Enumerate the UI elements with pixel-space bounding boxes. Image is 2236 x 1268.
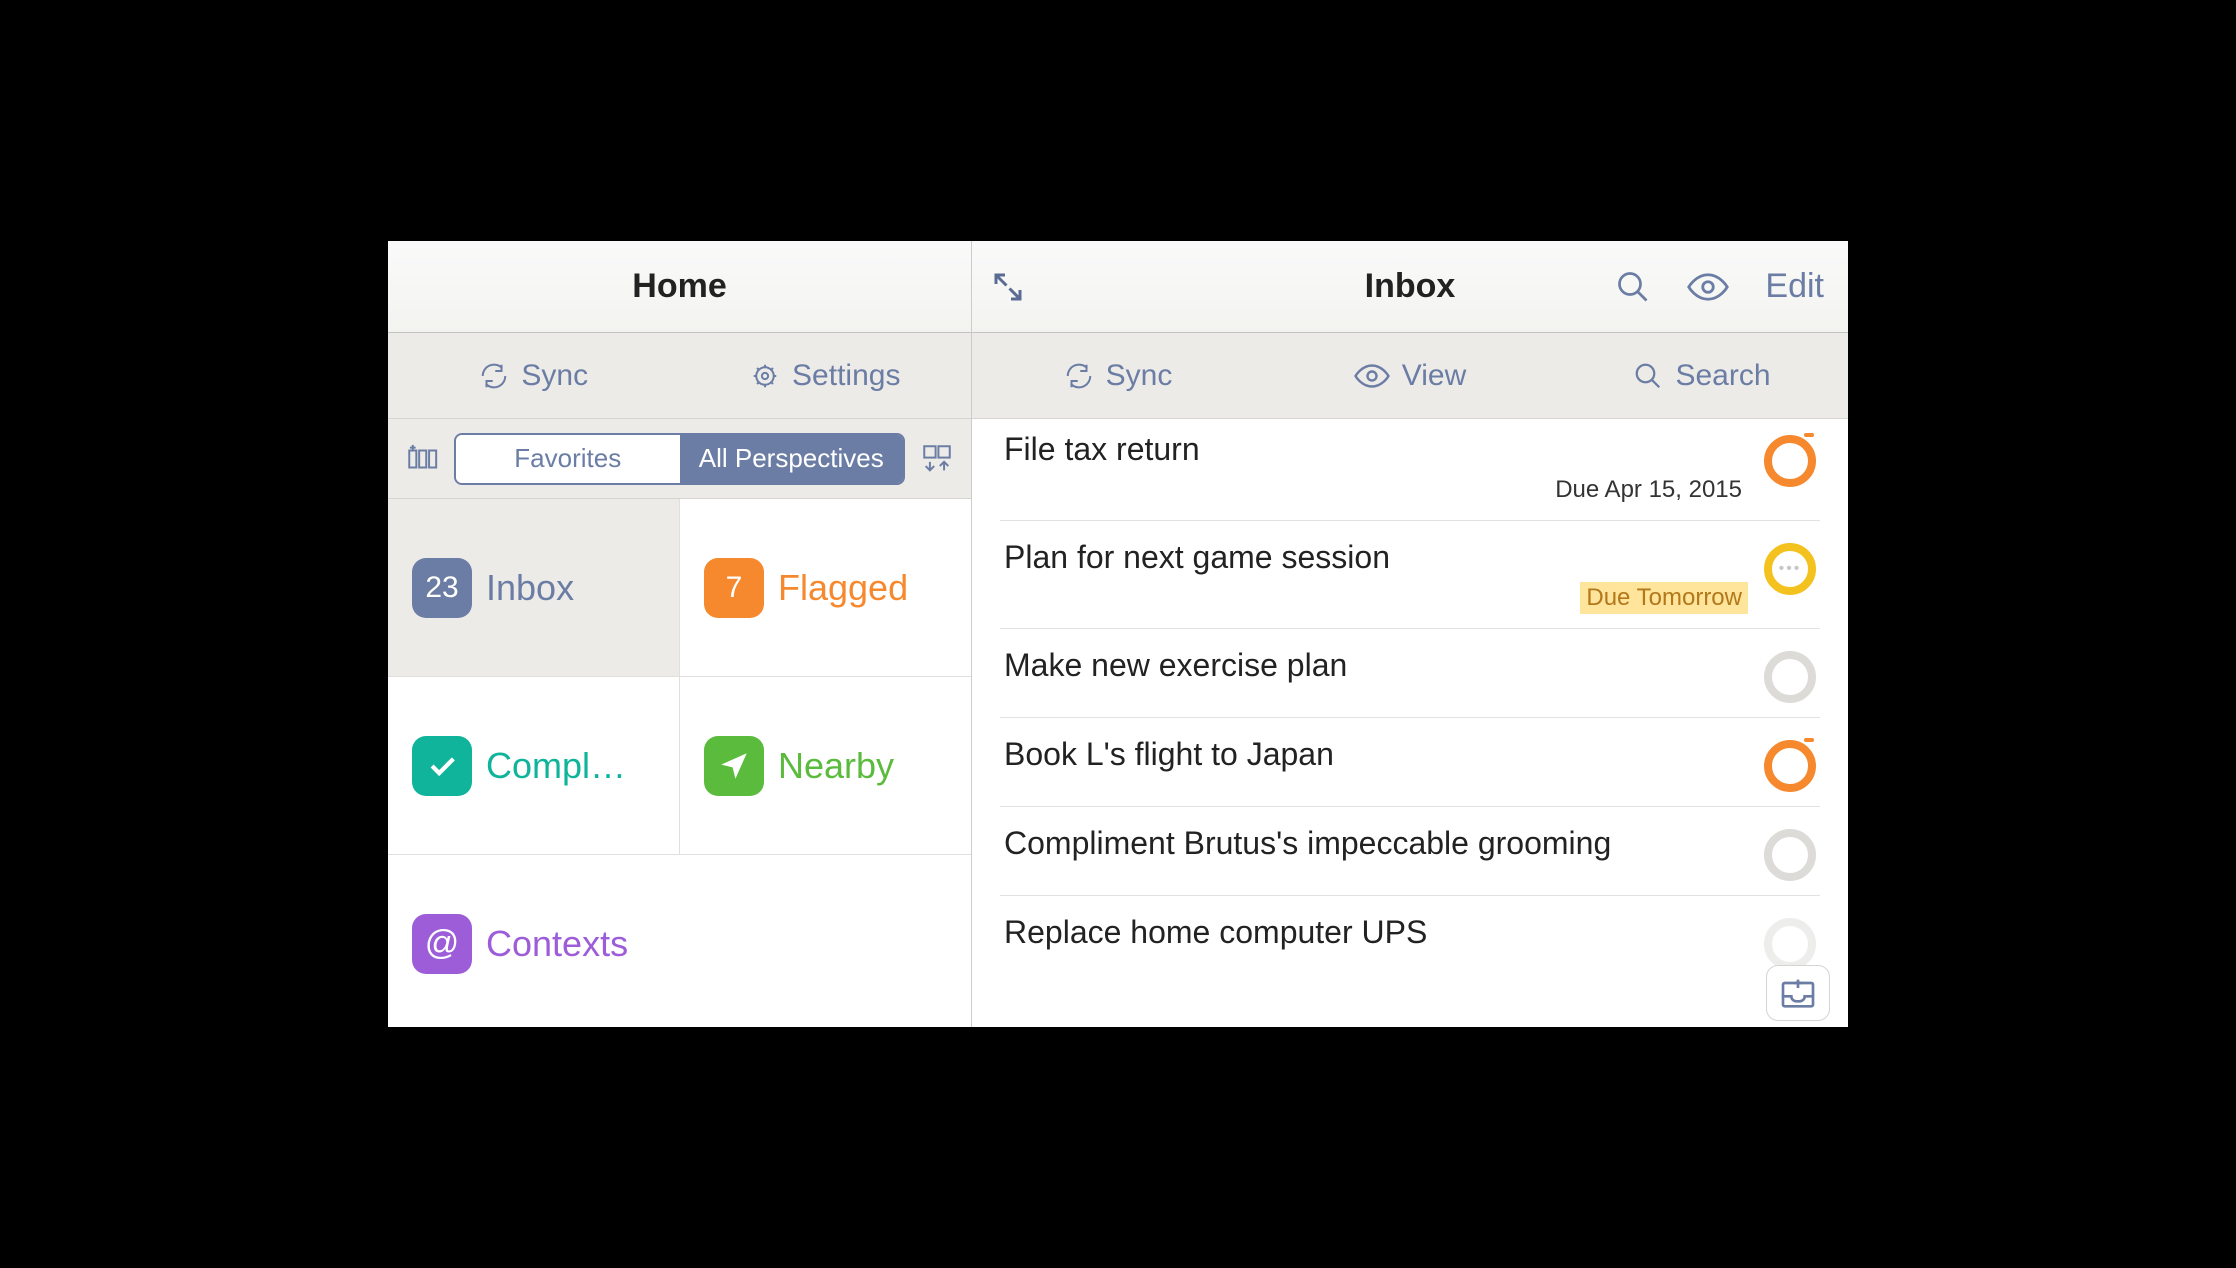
task-title: Make new exercise plan (1004, 647, 1748, 684)
segment-favorites[interactable]: Favorites (456, 435, 680, 483)
edit-button[interactable]: Edit (1765, 267, 1824, 306)
segment-bar: Favorites All Perspectives (388, 419, 971, 499)
expand-button[interactable] (990, 269, 1026, 305)
tile-completed[interactable]: Compl… (388, 677, 680, 854)
tile-nearby[interactable]: Nearby (680, 677, 971, 854)
task-row[interactable]: Book L's flight to Japan (1000, 718, 1820, 807)
header-search-button[interactable] (1615, 269, 1651, 305)
inbox-search-button[interactable]: Search (1556, 359, 1848, 393)
tile-inbox[interactable]: 23 Inbox (388, 499, 680, 676)
perspective-segmented-control[interactable]: Favorites All Perspectives (454, 433, 905, 485)
sync-button[interactable]: Sync (388, 359, 680, 393)
location-icon (704, 736, 764, 796)
home-subtoolbar: Sync Settings (388, 333, 971, 419)
inbox-header: Inbox Edit (972, 241, 1848, 333)
view-label: View (1402, 359, 1466, 393)
search-icon (1633, 361, 1663, 391)
inbox-tray-icon (1778, 976, 1818, 1010)
status-circle-none[interactable] (1764, 829, 1816, 881)
sync-label: Sync (521, 359, 588, 393)
search-icon (1615, 269, 1651, 305)
arrange-icon[interactable] (915, 437, 959, 481)
inbox-sync-button[interactable]: Sync (972, 359, 1264, 393)
segment-all-perspectives[interactable]: All Perspectives (680, 435, 904, 483)
inbox-pane: Inbox Edit (972, 241, 1848, 1027)
expand-icon (990, 269, 1026, 305)
flagged-label: Flagged (778, 567, 908, 609)
inbox-badge: 23 (412, 558, 472, 618)
task-row[interactable]: File tax return Due Apr 15, 2015 (1000, 419, 1820, 521)
status-circle-none[interactable] (1764, 918, 1816, 970)
sync-icon (479, 361, 509, 391)
task-title: Book L's flight to Japan (1004, 736, 1748, 773)
task-row[interactable]: Replace home computer UPS (1000, 896, 1820, 984)
status-circle-due-soon[interactable]: ••• (1764, 543, 1816, 595)
task-title: Replace home computer UPS (1004, 914, 1748, 951)
task-due: Due Tomorrow (1580, 582, 1748, 614)
gear-icon (750, 361, 780, 391)
home-header: Home (388, 241, 971, 333)
tile-contexts[interactable]: @ Contexts (388, 855, 971, 1027)
status-circle-none[interactable] (1764, 651, 1816, 703)
new-inbox-item-button[interactable] (1766, 965, 1830, 1021)
search-label: Search (1675, 359, 1770, 393)
add-perspective-icon[interactable] (400, 437, 444, 481)
status-circle-overdue[interactable] (1764, 740, 1816, 792)
flagged-badge: 7 (704, 558, 764, 618)
sync-icon (1064, 361, 1094, 391)
at-icon: @ (412, 914, 472, 974)
task-due: Due Apr 15, 2015 (1549, 474, 1748, 506)
task-title: File tax return (1004, 431, 1748, 468)
task-row[interactable]: Compliment Brutus's impeccable grooming (1000, 807, 1820, 896)
task-row[interactable]: Make new exercise plan (1000, 629, 1820, 718)
settings-label: Settings (792, 359, 900, 393)
home-pane: Home Sync Settings (388, 241, 972, 1027)
sync-label: Sync (1106, 359, 1173, 393)
task-list: File tax return Due Apr 15, 2015 Plan fo… (972, 419, 1848, 1027)
home-title: Home (632, 267, 726, 306)
inbox-title: Inbox (1365, 267, 1456, 306)
inbox-view-button[interactable]: View (1264, 359, 1556, 393)
settings-button[interactable]: Settings (680, 359, 972, 393)
check-icon (412, 736, 472, 796)
task-row[interactable]: Plan for next game session Due Tomorrow … (1000, 521, 1820, 629)
inbox-subtoolbar: Sync View Search (972, 333, 1848, 419)
tile-flagged[interactable]: 7 Flagged (680, 499, 971, 676)
status-circle-overdue[interactable] (1764, 435, 1816, 487)
task-title: Compliment Brutus's impeccable grooming (1004, 825, 1748, 862)
nearby-label: Nearby (778, 745, 894, 787)
header-view-button[interactable] (1687, 272, 1729, 302)
inbox-label: Inbox (486, 567, 574, 609)
task-title: Plan for next game session (1004, 539, 1748, 576)
completed-label: Compl… (486, 745, 626, 787)
eye-icon (1354, 363, 1390, 389)
contexts-label: Contexts (486, 923, 628, 965)
perspective-tiles: 23 Inbox 7 Flagged Compl… (388, 499, 971, 1027)
eye-icon (1687, 272, 1729, 302)
